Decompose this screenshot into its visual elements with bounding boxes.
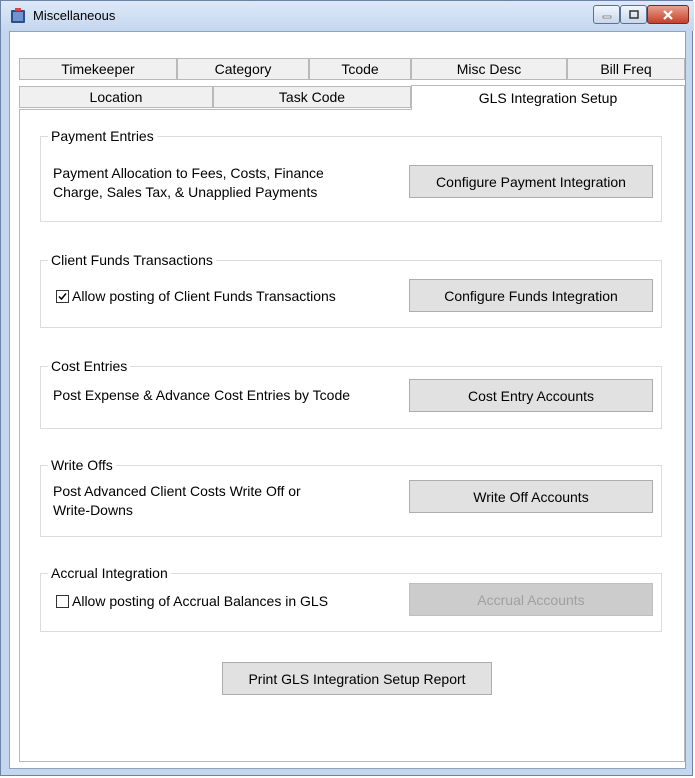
window: Miscellaneous Timekeeper Category Tcode … <box>0 0 694 776</box>
window-title: Miscellaneous <box>33 8 116 23</box>
allow-client-funds-checkbox[interactable] <box>56 290 69 303</box>
tab-tcode[interactable]: Tcode <box>309 58 411 80</box>
accrual-integration-title: Accrual Integration <box>48 565 171 581</box>
maximize-button[interactable] <box>620 5 647 24</box>
client-funds-title: Client Funds Transactions <box>48 252 216 268</box>
close-button[interactable] <box>647 5 689 24</box>
tab-category[interactable]: Category <box>177 58 309 80</box>
cost-entries-title: Cost Entries <box>48 358 131 374</box>
tab-gls-integration-setup[interactable]: GLS Integration Setup <box>411 85 685 110</box>
allow-client-funds-label[interactable]: Allow posting of Client Funds Transactio… <box>72 287 336 306</box>
accrual-accounts-button: Accrual Accounts <box>409 583 653 616</box>
allow-accrual-checkbox[interactable] <box>56 595 69 608</box>
write-off-accounts-button[interactable]: Write Off Accounts <box>409 480 653 513</box>
write-offs-title: Write Offs <box>48 457 116 473</box>
configure-funds-integration-button[interactable]: Configure Funds Integration <box>409 279 653 312</box>
tab-location[interactable]: Location <box>19 86 213 108</box>
minimize-icon <box>602 15 611 18</box>
tab-task-code[interactable]: Task Code <box>213 86 411 108</box>
write-offs-desc-line1: Post Advanced Client Costs Write Off or <box>53 483 301 499</box>
allow-accrual-label[interactable]: Allow posting of Accrual Balances in GLS <box>72 592 328 611</box>
close-icon <box>663 9 673 20</box>
app-icon <box>11 8 25 23</box>
payment-desc-line1: Payment Allocation to Fees, Costs, Finan… <box>53 165 324 181</box>
cost-entry-accounts-button[interactable]: Cost Entry Accounts <box>409 379 653 412</box>
tab-bill-freq[interactable]: Bill Freq <box>567 58 685 80</box>
payment-entries-title: Payment Entries <box>48 128 157 144</box>
minimize-button[interactable] <box>593 5 620 24</box>
title-bar[interactable]: Miscellaneous <box>1 1 694 31</box>
maximize-icon <box>628 10 639 19</box>
check-icon <box>58 293 67 301</box>
payment-desc-line2: Charge, Sales Tax, & Unapplied Payments <box>53 184 318 200</box>
tab-timekeeper[interactable]: Timekeeper <box>19 58 177 80</box>
write-offs-desc-line2: Write-Downs <box>53 502 133 518</box>
tab-page-gls-integration: Payment Entries Payment Allocation to Fe… <box>19 109 685 762</box>
configure-payment-integration-button[interactable]: Configure Payment Integration <box>409 165 653 198</box>
cost-entries-desc: Post Expense & Advance Cost Entries by T… <box>53 387 351 403</box>
print-gls-integration-setup-report-button[interactable]: Print GLS Integration Setup Report <box>222 662 492 695</box>
tab-misc-desc[interactable]: Misc Desc <box>411 58 567 80</box>
